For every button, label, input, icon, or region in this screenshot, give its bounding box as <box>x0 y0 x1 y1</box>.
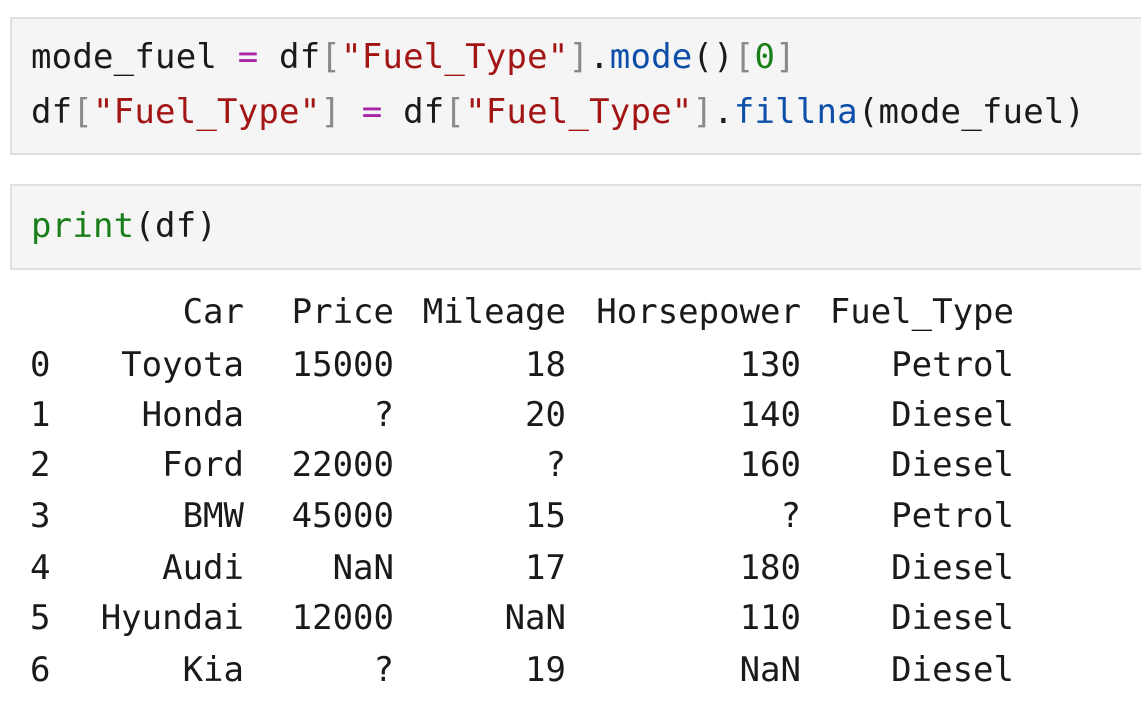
column-header: Fuel_Type <box>829 292 1014 332</box>
code-token: ] <box>568 37 590 77</box>
code-token: df <box>31 92 73 132</box>
table-cell: Petrol <box>891 496 1014 536</box>
code-cell-1[interactable]: mode_fuel = df["Fuel_Type"].mode()[0] df… <box>10 17 1141 155</box>
table-cell: ? <box>373 395 394 435</box>
column-header: Horsepower <box>596 292 801 332</box>
code-token: [ <box>444 92 466 132</box>
code-token: "Fuel_Type" <box>465 92 693 132</box>
code-token: = <box>361 92 383 132</box>
table-cell: Hyundai <box>100 598 244 638</box>
table-cell: Diesel <box>891 445 1014 485</box>
code-token: ] <box>775 37 796 77</box>
code-token: ] <box>320 92 342 132</box>
code-line: mode_fuel = df["Fuel_Type"].mode()[0] <box>31 37 796 77</box>
table-cell: Kia <box>182 650 244 690</box>
code-line: df["Fuel_Type"] = df["Fuel_Type"].fillna… <box>31 92 1085 132</box>
code-line: print(df) <box>31 206 217 246</box>
code-token: () <box>692 37 734 77</box>
table-cell: ? <box>545 445 566 485</box>
table-cell: 18 <box>525 345 566 385</box>
code-token: 0 <box>754 37 776 77</box>
table-cell: 19 <box>525 650 566 690</box>
table-cell: NaN <box>332 548 394 588</box>
table-cell: NaN <box>739 650 801 690</box>
row-index: 6 <box>30 650 51 690</box>
table-cell: Honda <box>141 395 244 435</box>
code-token: "Fuel_Type" <box>341 37 569 77</box>
table-cell: Ford <box>162 445 244 485</box>
table-cell: 160 <box>739 445 801 485</box>
code-token: [ <box>733 37 755 77</box>
column-header: Car <box>182 292 244 332</box>
code-token: mode_fuel <box>31 37 238 77</box>
row-index: 5 <box>30 598 51 638</box>
table-cell: BMW <box>182 496 244 536</box>
table-cell: Diesel <box>891 650 1014 690</box>
row-index: 2 <box>30 445 51 485</box>
table-cell: Diesel <box>891 395 1014 435</box>
table-cell: Petrol <box>891 345 1014 385</box>
code-token: [ <box>320 37 342 77</box>
code-token: . <box>713 92 734 132</box>
table-cell: 17 <box>525 548 566 588</box>
row-index: 0 <box>30 345 51 385</box>
table-cell: ? <box>780 496 801 536</box>
code-cell-2[interactable]: print(df) <box>10 184 1141 270</box>
table-cell: 110 <box>739 598 801 638</box>
row-index: 4 <box>30 548 51 588</box>
table-cell: ? <box>373 650 394 690</box>
table-cell: Toyota <box>121 345 244 385</box>
code-token: ] <box>692 92 714 132</box>
row-index: 3 <box>30 496 51 536</box>
code-token: df <box>382 92 445 132</box>
table-cell: NaN <box>504 598 566 638</box>
column-header: Price <box>291 292 394 332</box>
code-token: (df) <box>134 206 218 246</box>
code-token: [ <box>72 92 94 132</box>
code-token: df <box>258 37 321 77</box>
table-cell: 140 <box>739 395 801 435</box>
column-header: Mileage <box>422 292 566 332</box>
cell-output: Car Price Mileage Horsepower Fuel_Type 0 Toyot… <box>0 270 1141 715</box>
code-token: = <box>237 37 259 77</box>
table-cell: 130 <box>739 345 801 385</box>
code-token: . <box>589 37 610 77</box>
code-token: (mode_fuel) <box>857 92 1086 132</box>
table-cell: Audi <box>162 548 244 588</box>
table-cell: 20 <box>525 395 566 435</box>
code-token: fillna <box>733 92 858 132</box>
row-index: 1 <box>30 395 51 435</box>
table-cell: 45000 <box>291 496 394 536</box>
table-cell: Diesel <box>891 548 1014 588</box>
code-token: print <box>31 206 135 246</box>
table-cell: 15000 <box>291 345 394 385</box>
table-cell: 12000 <box>291 598 394 638</box>
table-cell: 15 <box>525 496 566 536</box>
code-token: "Fuel_Type" <box>93 92 321 132</box>
table-cell: Diesel <box>891 598 1014 638</box>
table-cell: 180 <box>739 548 801 588</box>
code-token: mode <box>609 37 693 77</box>
table-cell: 22000 <box>291 445 394 485</box>
